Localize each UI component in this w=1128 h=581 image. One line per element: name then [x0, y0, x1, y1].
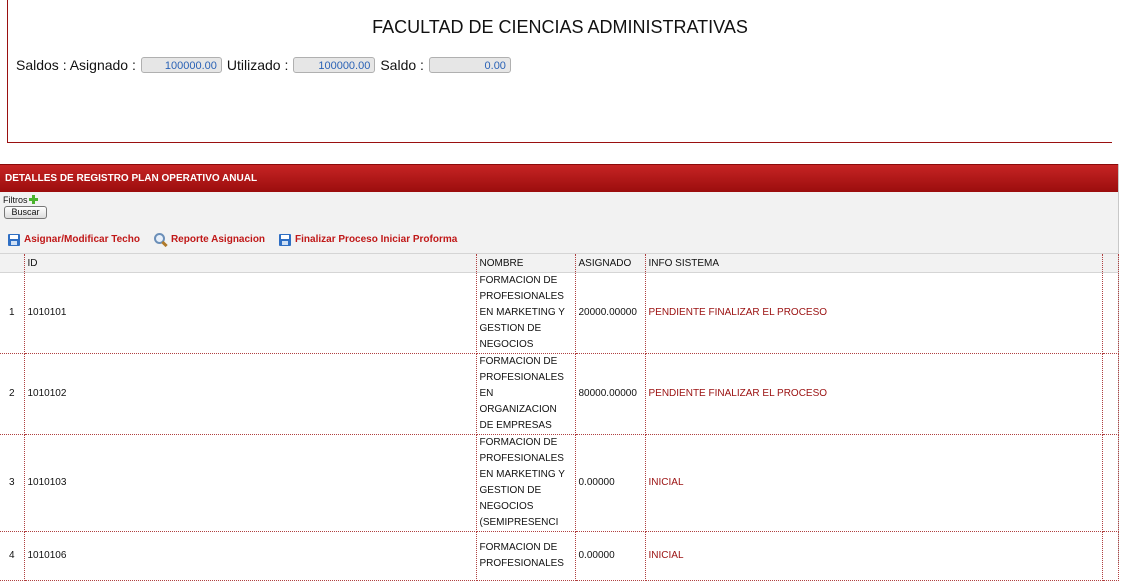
saldo-field[interactable]: 0.00 [428, 57, 511, 73]
finalizar-proceso-label: Finalizar Proceso Iniciar Proforma [295, 234, 458, 245]
table-row[interactable]: 3 1010103 FORMACION DE PROFESIONALES EN … [0, 434, 1119, 532]
cell-info-sistema: INICIAL [645, 434, 1103, 532]
cell-spacer [1102, 531, 1119, 581]
row-number: 2 [0, 353, 25, 435]
data-table: ID NOMBRE ASIGNADO INFO SISTEMA 1 101010… [0, 253, 1119, 581]
saldos-row: Saldos : Asignado : 100000.00 Utilizado … [16, 57, 516, 73]
plus-icon[interactable] [28, 195, 38, 204]
asignado-label: Saldos : Asignado : [16, 57, 136, 73]
table-row[interactable]: 1 1010101 FORMACION DE PROFESIONALES EN … [0, 272, 1119, 354]
col-id[interactable]: ID [24, 253, 477, 273]
row-number: 1 [0, 272, 25, 354]
save-icon [279, 233, 292, 246]
buscar-button[interactable]: Buscar [4, 206, 47, 219]
cell-info-sistema: PENDIENTE FINALIZAR EL PROCESO [645, 353, 1103, 435]
cell-spacer [1102, 434, 1119, 532]
finalizar-proceso-button[interactable]: Finalizar Proceso Iniciar Proforma [279, 233, 458, 246]
asignado-field[interactable]: 100000.00 [140, 57, 222, 73]
filtros-label: Filtros [3, 195, 28, 205]
page-title: FACULTAD DE CIENCIAS ADMINISTRATIVAS [372, 17, 748, 37]
utilizado-label: Utilizado : [226, 57, 289, 73]
cell-asignado: 0.00000 [575, 531, 646, 581]
col-rownum [0, 253, 25, 273]
grid-toolbar: Filtros Buscar Asignar/Modificar Techo R… [0, 192, 1118, 253]
cell-asignado: 0.00000 [575, 434, 646, 532]
cell-nombre: FORMACION DE PROFESIONALES [476, 531, 576, 581]
col-nombre[interactable]: NOMBRE [476, 253, 576, 273]
cell-id: 1010102 [24, 353, 477, 435]
cell-spacer [1102, 272, 1119, 354]
grid-actions: Asignar/Modificar Techo Reporte Asignaci… [8, 233, 471, 246]
col-info-sistema[interactable]: INFO SISTEMA [645, 253, 1103, 273]
magnifier-icon [153, 233, 167, 246]
table-header-row: ID NOMBRE ASIGNADO INFO SISTEMA [0, 253, 1119, 273]
save-icon [8, 233, 20, 246]
grid-panel: DETALLES DE REGISTRO PLAN OPERATIVO ANUA… [0, 164, 1119, 581]
reporte-asignacion-label: Reporte Asignacion [170, 234, 266, 245]
filtros-toggle[interactable]: Filtros [3, 195, 38, 205]
header-panel: FACULTAD DE CIENCIAS ADMINISTRATIVAS Sal… [7, 0, 1112, 143]
cell-nombre: FORMACION DE PROFESIONALES EN MARKETING … [476, 272, 576, 354]
table-row[interactable]: 4 1010106 FORMACION DE PROFESIONALES 0.0… [0, 531, 1119, 581]
utilizado-field[interactable]: 100000.00 [293, 57, 376, 73]
col-asignado[interactable]: ASIGNADO [575, 253, 646, 273]
row-number: 4 [0, 531, 25, 581]
cell-id: 1010103 [24, 434, 477, 532]
saldo-label: Saldo : [380, 57, 424, 73]
cell-id: 1010101 [24, 272, 477, 354]
cell-id: 1010106 [24, 531, 477, 581]
reporte-asignacion-button[interactable]: Reporte Asignacion [153, 233, 266, 246]
asignar-techo-button[interactable]: Asignar/Modificar Techo [8, 233, 140, 246]
cell-asignado: 80000.00000 [575, 353, 646, 435]
cell-info-sistema: INICIAL [645, 531, 1103, 581]
table-row[interactable]: 2 1010102 FORMACION DE PROFESIONALES EN … [0, 353, 1119, 435]
grid-title: DETALLES DE REGISTRO PLAN OPERATIVO ANUA… [0, 164, 1118, 192]
cell-spacer [1102, 353, 1119, 435]
col-spacer [1102, 253, 1119, 273]
cell-asignado: 20000.00000 [575, 272, 646, 354]
cell-info-sistema: PENDIENTE FINALIZAR EL PROCESO [645, 272, 1103, 354]
asignar-techo-label: Asignar/Modificar Techo [24, 234, 140, 245]
cell-nombre: FORMACION DE PROFESIONALES EN MARKETING … [476, 434, 576, 532]
row-number: 3 [0, 434, 25, 532]
cell-nombre: FORMACION DE PROFESIONALES EN ORGANIZACI… [476, 353, 576, 435]
